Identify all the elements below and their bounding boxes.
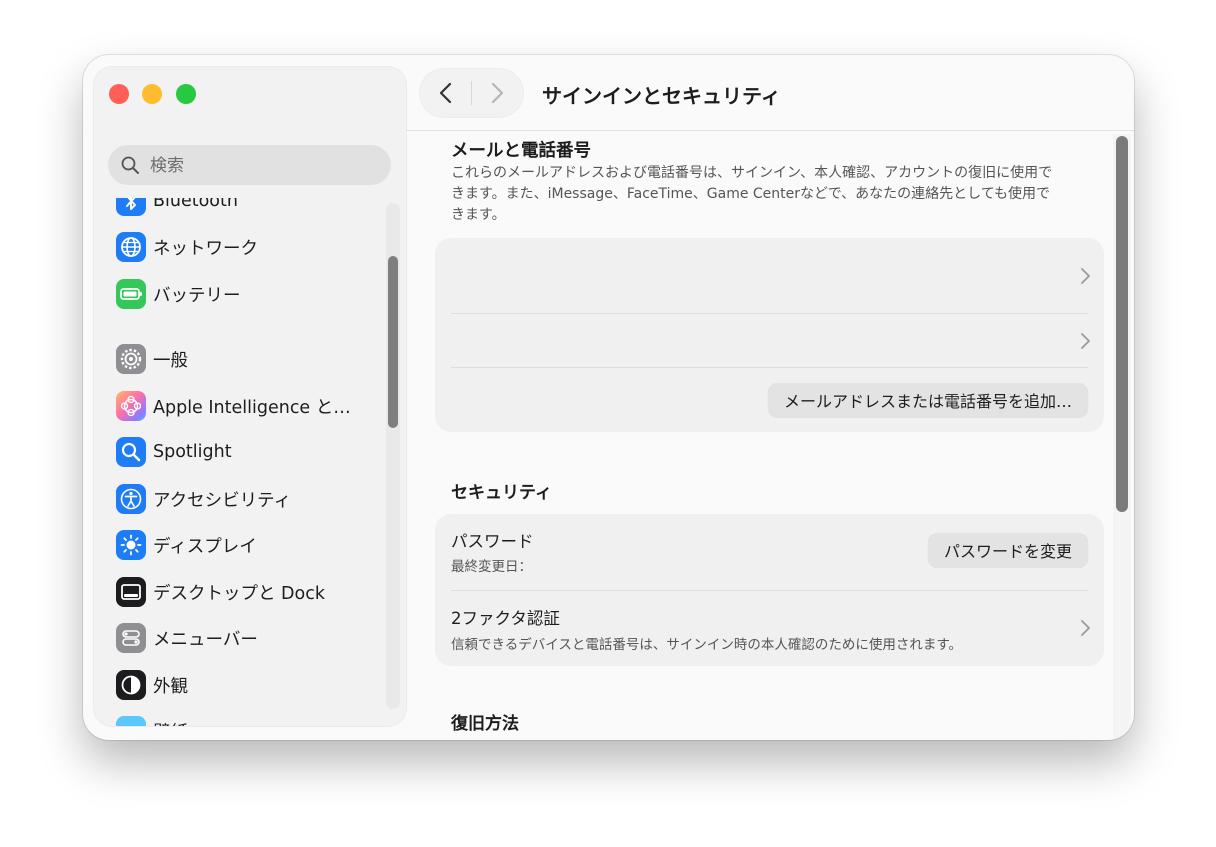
sidebar-item-label: ネットワーク xyxy=(153,238,258,259)
two-factor-row[interactable]: 2ファクタ認証 信頼できるデバイスと電話番号は、サインイン時の本人確認のために使… xyxy=(435,591,1104,666)
email-row[interactable] xyxy=(435,238,1104,313)
sidebar-item-label: ディスプレイ xyxy=(153,536,257,557)
email-section-description: これらのメールアドレスおよび電話番号は、サインイン、本人確認、アカウントの復旧に… xyxy=(451,165,1053,223)
sidebar-item-label: 外観 xyxy=(153,676,188,697)
sun-icon xyxy=(116,530,146,560)
security-section-title: セキュリティ xyxy=(451,483,552,503)
sidebar-item-battery[interactable]: バッテリー xyxy=(116,277,241,311)
sidebar-item-label: アクセシビリティ xyxy=(153,490,292,511)
email-section-title: メールと電話番号 xyxy=(451,141,591,161)
phone-row[interactable] xyxy=(435,314,1104,366)
sidebar-item-apple-intelligence[interactable]: Apple Intelligence と… xyxy=(116,389,351,423)
settings-window: Bluetooth ネットワーク バッテリー xyxy=(83,55,1134,740)
sidebar: Bluetooth ネットワーク バッテリー xyxy=(94,67,406,726)
sidebar-item-menu-bar[interactable]: メニューバー xyxy=(116,621,258,655)
sidebar-scrollbar-thumb[interactable] xyxy=(388,256,398,428)
sidebar-item-label: メニューバー xyxy=(153,629,258,650)
zoom-window-button[interactable] xyxy=(176,84,196,104)
menubar-icon xyxy=(116,623,146,653)
row-divider xyxy=(451,367,1088,368)
forward-button[interactable] xyxy=(472,69,523,117)
minimize-window-button[interactable] xyxy=(142,84,162,104)
change-password-button[interactable]: パスワードを変更 xyxy=(927,533,1088,567)
add-email-phone-button[interactable]: メールアドレスまたは電話番号を追加… xyxy=(767,383,1088,417)
search-input[interactable] xyxy=(148,145,382,187)
sidebar-item-wallpaper[interactable]: 壁紙 xyxy=(116,714,188,726)
sidebar-item-label: 一般 xyxy=(153,350,188,371)
sidebar-item-label: Apple Intelligence と… xyxy=(153,397,351,418)
gear-icon xyxy=(116,344,146,374)
accessibility-icon xyxy=(116,484,146,514)
sidebar-item-label: Bluetooth xyxy=(153,198,238,211)
password-last-changed: 最終変更日： xyxy=(451,559,532,575)
search-icon xyxy=(121,156,139,174)
sidebar-item-general[interactable]: 一般 xyxy=(116,342,188,376)
email-phone-group: メールアドレスまたは電話番号を追加… xyxy=(435,238,1104,432)
sidebar-item-appearance[interactable]: 外観 xyxy=(116,668,188,702)
wallpaper-icon xyxy=(116,716,146,726)
chevron-right-icon xyxy=(491,82,504,104)
sidebar-item-label: デスクトップと Dock xyxy=(153,583,326,604)
battery-icon xyxy=(116,279,146,309)
content-scrollbar-thumb[interactable] xyxy=(1116,136,1128,512)
sidebar-item-label: バッテリー xyxy=(153,285,241,306)
sidebar-item-label: 壁紙 xyxy=(153,719,188,727)
sidebar-item-spotlight[interactable]: Spotlight xyxy=(116,435,232,469)
sidebar-item-displays[interactable]: ディスプレイ xyxy=(116,528,257,562)
sidebar-scrollbar[interactable] xyxy=(386,203,400,709)
sidebar-item-bluetooth[interactable]: Bluetooth xyxy=(116,198,238,218)
security-group: パスワード 最終変更日： パスワードを変更 2ファクタ認証 信頼できるデバイスと… xyxy=(435,514,1104,666)
dock-icon xyxy=(116,577,146,607)
chevron-left-icon xyxy=(439,82,452,104)
navigation-buttons xyxy=(420,69,523,117)
content-scrollbar[interactable] xyxy=(1113,134,1131,738)
magnifier-icon xyxy=(116,437,146,467)
appearance-icon xyxy=(116,670,146,700)
back-button[interactable] xyxy=(420,69,471,117)
close-window-button[interactable] xyxy=(109,84,129,104)
chevron-right-icon xyxy=(1081,333,1090,349)
two-factor-description: 信頼できるデバイスと電話番号は、サインイン時の本人確認のために使用されます。 xyxy=(451,637,962,653)
apple-intelligence-icon xyxy=(116,391,146,421)
page-title: サインインとセキュリティ xyxy=(542,84,781,108)
two-factor-title: 2ファクタ認証 xyxy=(451,609,560,628)
search-field[interactable] xyxy=(108,145,391,187)
sidebar-list: Bluetooth ネットワーク バッテリー 一般 Apple Intellig… xyxy=(94,198,406,726)
sidebar-item-label: Spotlight xyxy=(153,442,232,462)
chevron-right-icon xyxy=(1081,268,1090,284)
recovery-section-title: 復旧方法 xyxy=(451,714,519,734)
password-title: パスワード xyxy=(451,532,534,551)
sidebar-item-network[interactable]: ネットワーク xyxy=(116,230,258,264)
bluetooth-icon xyxy=(116,198,146,216)
sidebar-item-accessibility[interactable]: アクセシビリティ xyxy=(116,482,291,516)
globe-icon xyxy=(116,232,146,262)
content-pane: メールと電話番号 これらのメールアドレスおよび電話番号は、サインイン、本人確認、… xyxy=(406,131,1134,740)
sidebar-item-desktop-dock[interactable]: デスクトップと Dock xyxy=(116,575,325,609)
chevron-right-icon xyxy=(1081,620,1090,636)
